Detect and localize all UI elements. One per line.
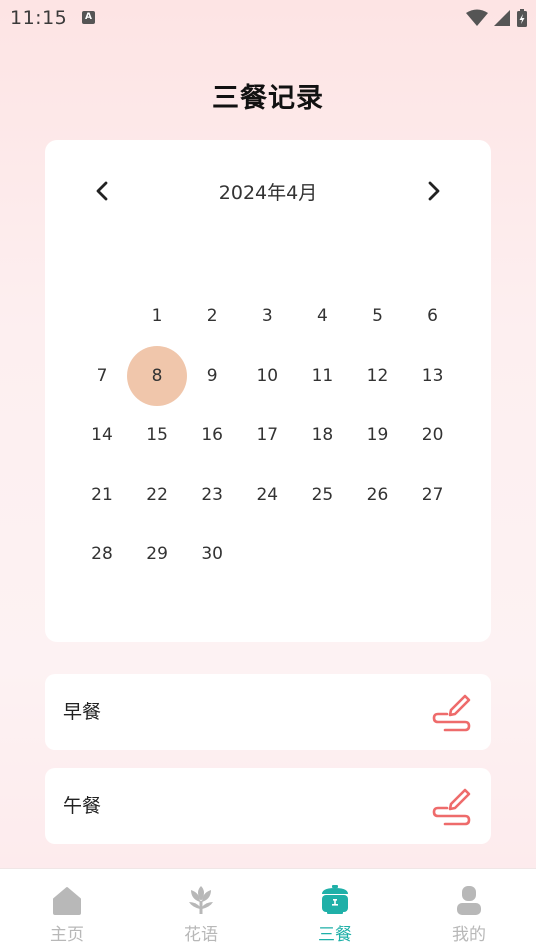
- calendar-day[interactable]: 14: [72, 405, 132, 465]
- calendar-day[interactable]: 6: [403, 286, 463, 346]
- tab-flower[interactable]: 花语: [134, 869, 268, 952]
- home-icon: [53, 887, 81, 915]
- calendar-day[interactable]: 24: [237, 465, 297, 525]
- pen-edit-icon[interactable]: [431, 786, 473, 828]
- tab-profile[interactable]: 我的: [402, 869, 536, 952]
- tab-meals[interactable]: 三餐: [268, 869, 402, 952]
- bottom-tab-bar: 主页 花语 三餐 我的: [0, 868, 536, 952]
- calendar-day[interactable]: 13: [403, 346, 463, 406]
- rice-cooker-icon: [322, 885, 348, 914]
- signal-icon: [494, 10, 510, 26]
- chevron-right-icon: [428, 181, 440, 201]
- notification-icon: A: [82, 11, 95, 24]
- status-bar: 11:15 A: [0, 0, 536, 36]
- calendar-day[interactable]: 5: [348, 286, 408, 346]
- calendar-day[interactable]: 16: [182, 405, 242, 465]
- calendar-day[interactable]: 26: [348, 465, 408, 525]
- calendar-day[interactable]: 25: [292, 465, 352, 525]
- meal-card-lunch[interactable]: 午餐: [45, 768, 491, 844]
- tab-label: 我的: [452, 925, 486, 945]
- calendar-day[interactable]: 30: [182, 524, 242, 584]
- calendar-card: 2024年4月 1 2 3 4 5 6 7 8 9 10 11 12 13 14 15 16 17 18 19 20 2…: [45, 140, 491, 642]
- calendar-day[interactable]: 20: [403, 405, 463, 465]
- calendar-day[interactable]: 19: [348, 405, 408, 465]
- tab-label: 花语: [184, 925, 218, 945]
- calendar-day[interactable]: 10: [237, 346, 297, 406]
- calendar-day[interactable]: 28: [72, 524, 132, 584]
- pen-edit-icon[interactable]: [431, 692, 473, 734]
- meal-label: 早餐: [63, 701, 102, 723]
- status-time: 11:15: [10, 7, 68, 29]
- meal-card-breakfast[interactable]: 早餐: [45, 674, 491, 750]
- calendar-day[interactable]: 18: [292, 405, 352, 465]
- calendar-day[interactable]: 9: [182, 346, 242, 406]
- calendar-day[interactable]: 17: [237, 405, 297, 465]
- calendar-day-selected[interactable]: 8: [127, 345, 188, 406]
- calendar-day[interactable]: 22: [127, 465, 187, 525]
- calendar-day[interactable]: 15: [127, 405, 187, 465]
- page-title: 三餐记录: [212, 83, 324, 114]
- calendar-day[interactable]: 7: [72, 346, 132, 406]
- tab-home[interactable]: 主页: [0, 869, 134, 952]
- user-icon: [457, 886, 481, 915]
- meal-label: 午餐: [63, 795, 102, 817]
- battery-icon: [517, 9, 527, 27]
- tab-label: 主页: [50, 925, 84, 945]
- next-month-button[interactable]: [419, 176, 449, 206]
- calendar-day[interactable]: 11: [292, 346, 352, 406]
- calendar-day[interactable]: 12: [348, 346, 408, 406]
- calendar-day[interactable]: 29: [127, 524, 187, 584]
- calendar-day[interactable]: 27: [403, 465, 463, 525]
- tab-label: 三餐: [318, 925, 352, 945]
- calendar-day[interactable]: 23: [182, 465, 242, 525]
- flower-icon: [189, 886, 213, 914]
- calendar-day[interactable]: 3: [237, 286, 297, 346]
- status-indicators: [466, 8, 528, 28]
- calendar-day[interactable]: 4: [292, 286, 352, 346]
- calendar-day[interactable]: 21: [72, 465, 132, 525]
- calendar-day[interactable]: 2: [182, 286, 242, 346]
- calendar-day[interactable]: 1: [127, 286, 187, 346]
- wifi-icon: [466, 9, 488, 26]
